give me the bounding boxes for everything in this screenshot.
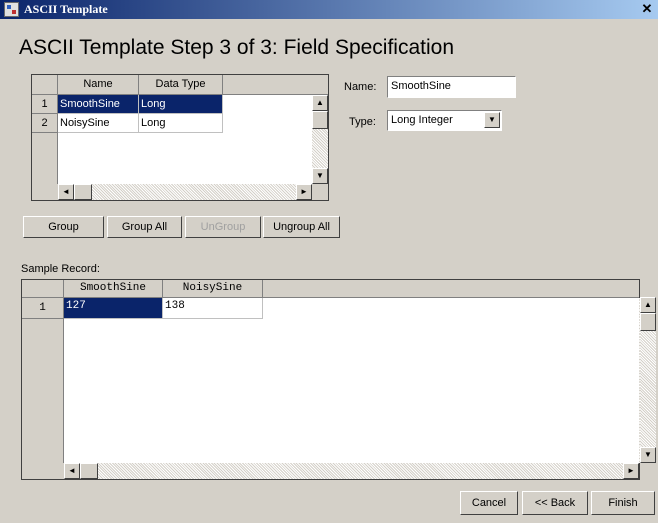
scroll-thumb[interactable] [80,463,98,479]
row-number[interactable]: 1 [32,95,58,114]
sample-record-label: Sample Record: [21,263,100,275]
page-title: ASCII Template Step 3 of 3: Field Specif… [19,36,455,59]
name-label: Name: [344,81,377,93]
row-header-empty [32,133,58,184]
field-name-cell[interactable]: SmoothSine [58,95,139,114]
right-arrow-icon[interactable]: ► [296,184,312,200]
window-title: ASCII Template [24,2,108,16]
corner-empty [22,463,64,479]
row-number[interactable]: 1 [22,298,64,319]
scroll-thumb[interactable] [640,313,656,331]
down-arrow-icon[interactable]: ▼ [312,168,328,184]
cancel-button[interactable]: Cancel [460,491,518,515]
left-arrow-icon[interactable]: ◄ [58,184,74,200]
column-header-smoothsine[interactable]: SmoothSine [64,280,163,298]
corner-empty [32,184,58,200]
close-icon[interactable]: ✕ [639,1,655,17]
app-icon [4,2,19,17]
sample-value-cell[interactable]: 138 [163,298,263,319]
vertical-scrollbar[interactable]: ▲ ▼ [312,95,328,184]
type-select-value: Long Integer [391,114,453,126]
back-button[interactable]: << Back [522,491,588,515]
row-number[interactable]: 2 [32,114,58,133]
field-name-cell[interactable]: NoisySine [58,114,139,133]
chevron-down-icon[interactable]: ▼ [484,112,500,128]
horizontal-scrollbar[interactable]: ◄ ► [64,463,639,479]
left-arrow-icon[interactable]: ◄ [64,463,80,479]
up-arrow-icon[interactable]: ▲ [640,297,656,313]
sample-grid: SmoothSine NoisySine 1 127 138 ◄ ► [21,279,655,480]
field-type-cell[interactable]: Long [139,114,223,133]
down-arrow-icon[interactable]: ▼ [640,447,656,463]
up-arrow-icon[interactable]: ▲ [312,95,328,111]
fields-grid: Name Data Type 1 SmoothSine Long 2 Noisy… [31,74,329,201]
column-header-noisysine[interactable]: NoisySine [163,280,263,298]
grid-corner [22,280,64,298]
scroll-corner [312,184,328,200]
header-blank [223,75,328,95]
type-label: Type: [349,116,376,128]
scroll-thumb[interactable] [74,184,92,200]
finish-button[interactable]: Finish [591,491,655,515]
column-header-name[interactable]: Name [58,75,139,95]
name-field[interactable]: SmoothSine [387,76,516,98]
horizontal-scrollbar[interactable]: ◄ ► [58,184,312,200]
right-arrow-icon[interactable]: ► [623,463,639,479]
ungroup-button[interactable]: UnGroup [185,216,261,238]
title-bar: ASCII Template ✕ [0,0,658,19]
group-button[interactable]: Group [23,216,104,238]
sample-vertical-scrollbar[interactable]: ▲ ▼ [640,297,656,463]
group-all-button[interactable]: Group All [107,216,182,238]
grid-corner [32,75,58,95]
field-type-cell[interactable]: Long [139,95,223,114]
header-blank [263,280,639,298]
type-select[interactable]: Long Integer ▼ [387,110,502,131]
column-header-data-type[interactable]: Data Type [139,75,223,95]
ungroup-all-button[interactable]: Ungroup All [263,216,340,238]
row-header-empty [22,319,64,463]
sample-value-cell[interactable]: 127 [64,298,163,319]
scroll-thumb[interactable] [312,111,328,129]
